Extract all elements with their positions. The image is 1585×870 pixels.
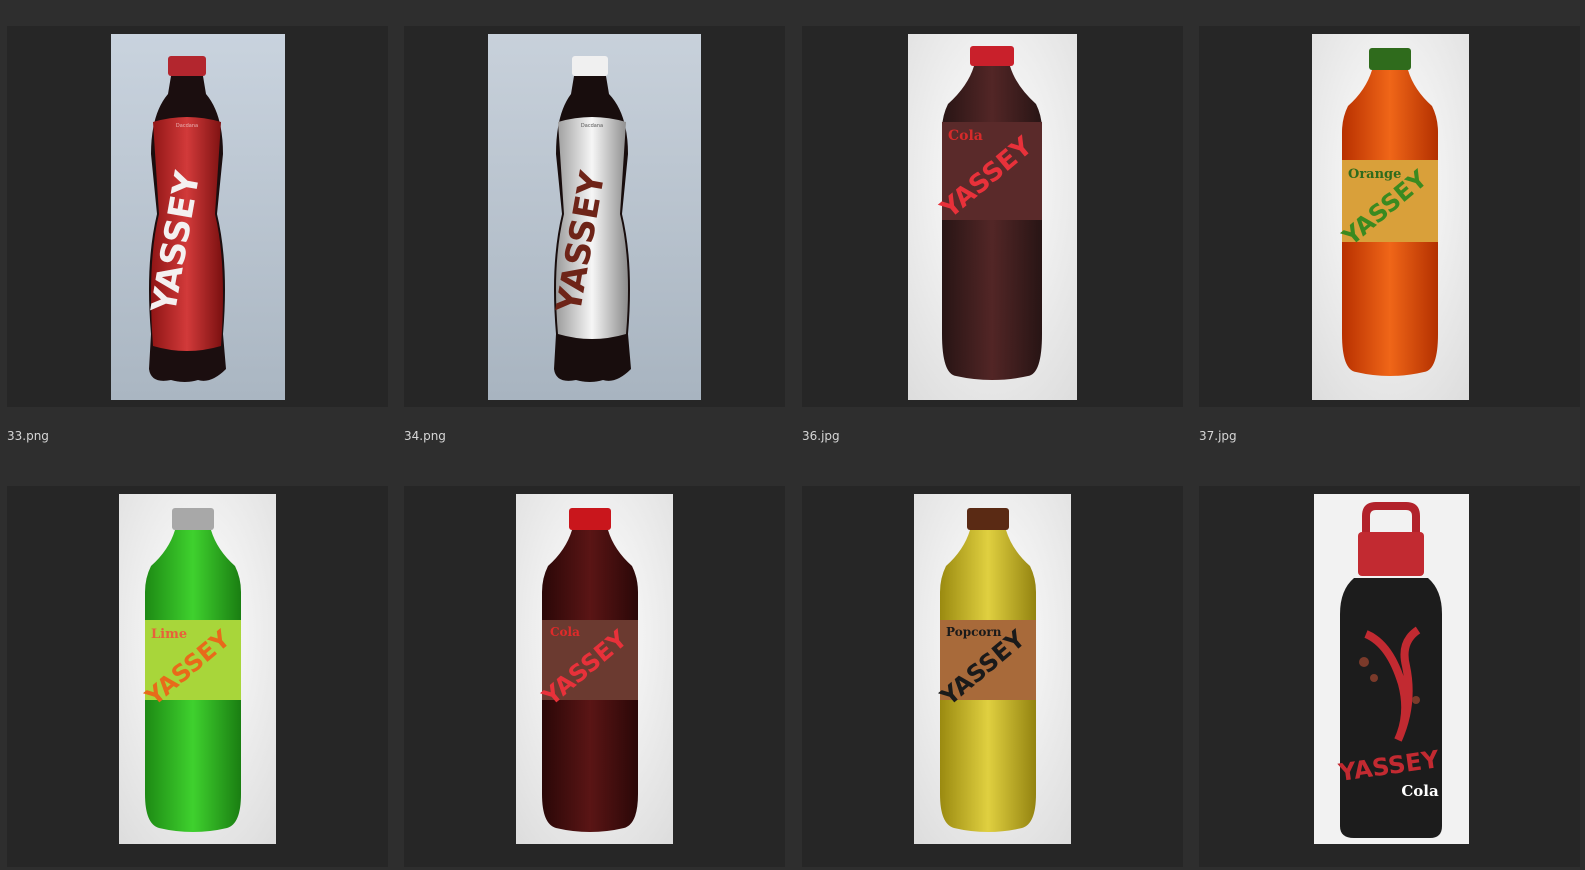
flavor-text: Cola (948, 128, 983, 144)
flavor-text: Popcorn (946, 625, 1002, 639)
thumbnail-image-orange-bottle[interactable]: Orange YASSEY (1312, 34, 1469, 400)
flavor-text: Cola (1401, 782, 1439, 800)
thumbnail-filename: 37.jpg (1199, 429, 1237, 443)
thumbnail-frame[interactable]: YASSEY Dacdana (404, 26, 785, 407)
thumbnail-image-cola-bottle[interactable]: Cola YASSEY (908, 34, 1077, 400)
thumbnail-image-popcorn-bottle[interactable]: Popcorn YASSEY (914, 494, 1071, 844)
thumbnail-filename: 33.png (7, 429, 49, 443)
thumbnail-filename: 34.png (404, 429, 446, 443)
thumbnail-frame[interactable]: Cola YASSEY (404, 486, 785, 867)
thumbnail-image-flask[interactable]: YASSEY Cola (1314, 494, 1469, 844)
thumbnail-grid: YASSEY Dacdana 33.png YASSEY Dacdana 34.… (0, 0, 1585, 870)
flavor-text: Orange (1348, 167, 1401, 182)
thumbnail-frame[interactable]: YASSEY Cola (1199, 486, 1580, 867)
svg-text:Dacdana: Dacdana (581, 123, 603, 129)
flavor-text: Cola (550, 625, 580, 639)
thumbnail-frame[interactable]: YASSEY Dacdana (7, 26, 388, 407)
thumbnail-frame[interactable]: Orange YASSEY (1199, 26, 1580, 407)
flavor-text: Lime (151, 627, 187, 642)
thumbnail-filename: 36.jpg (802, 429, 840, 443)
thumbnail-image-lime-bottle[interactable]: Lime YASSEY (119, 494, 276, 844)
svg-text:Dacdana: Dacdana (176, 123, 198, 129)
thumbnail-frame[interactable]: Cola YASSEY (802, 26, 1183, 407)
thumbnail-frame[interactable]: Lime YASSEY (7, 486, 388, 867)
thumbnail-frame[interactable]: Popcorn YASSEY (802, 486, 1183, 867)
thumbnail-image-red-bottle[interactable]: YASSEY Dacdana (111, 34, 285, 400)
thumbnail-image-cola-bottle-small[interactable]: Cola YASSEY (516, 494, 673, 844)
thumbnail-image-white-bottle[interactable]: YASSEY Dacdana (488, 34, 701, 400)
